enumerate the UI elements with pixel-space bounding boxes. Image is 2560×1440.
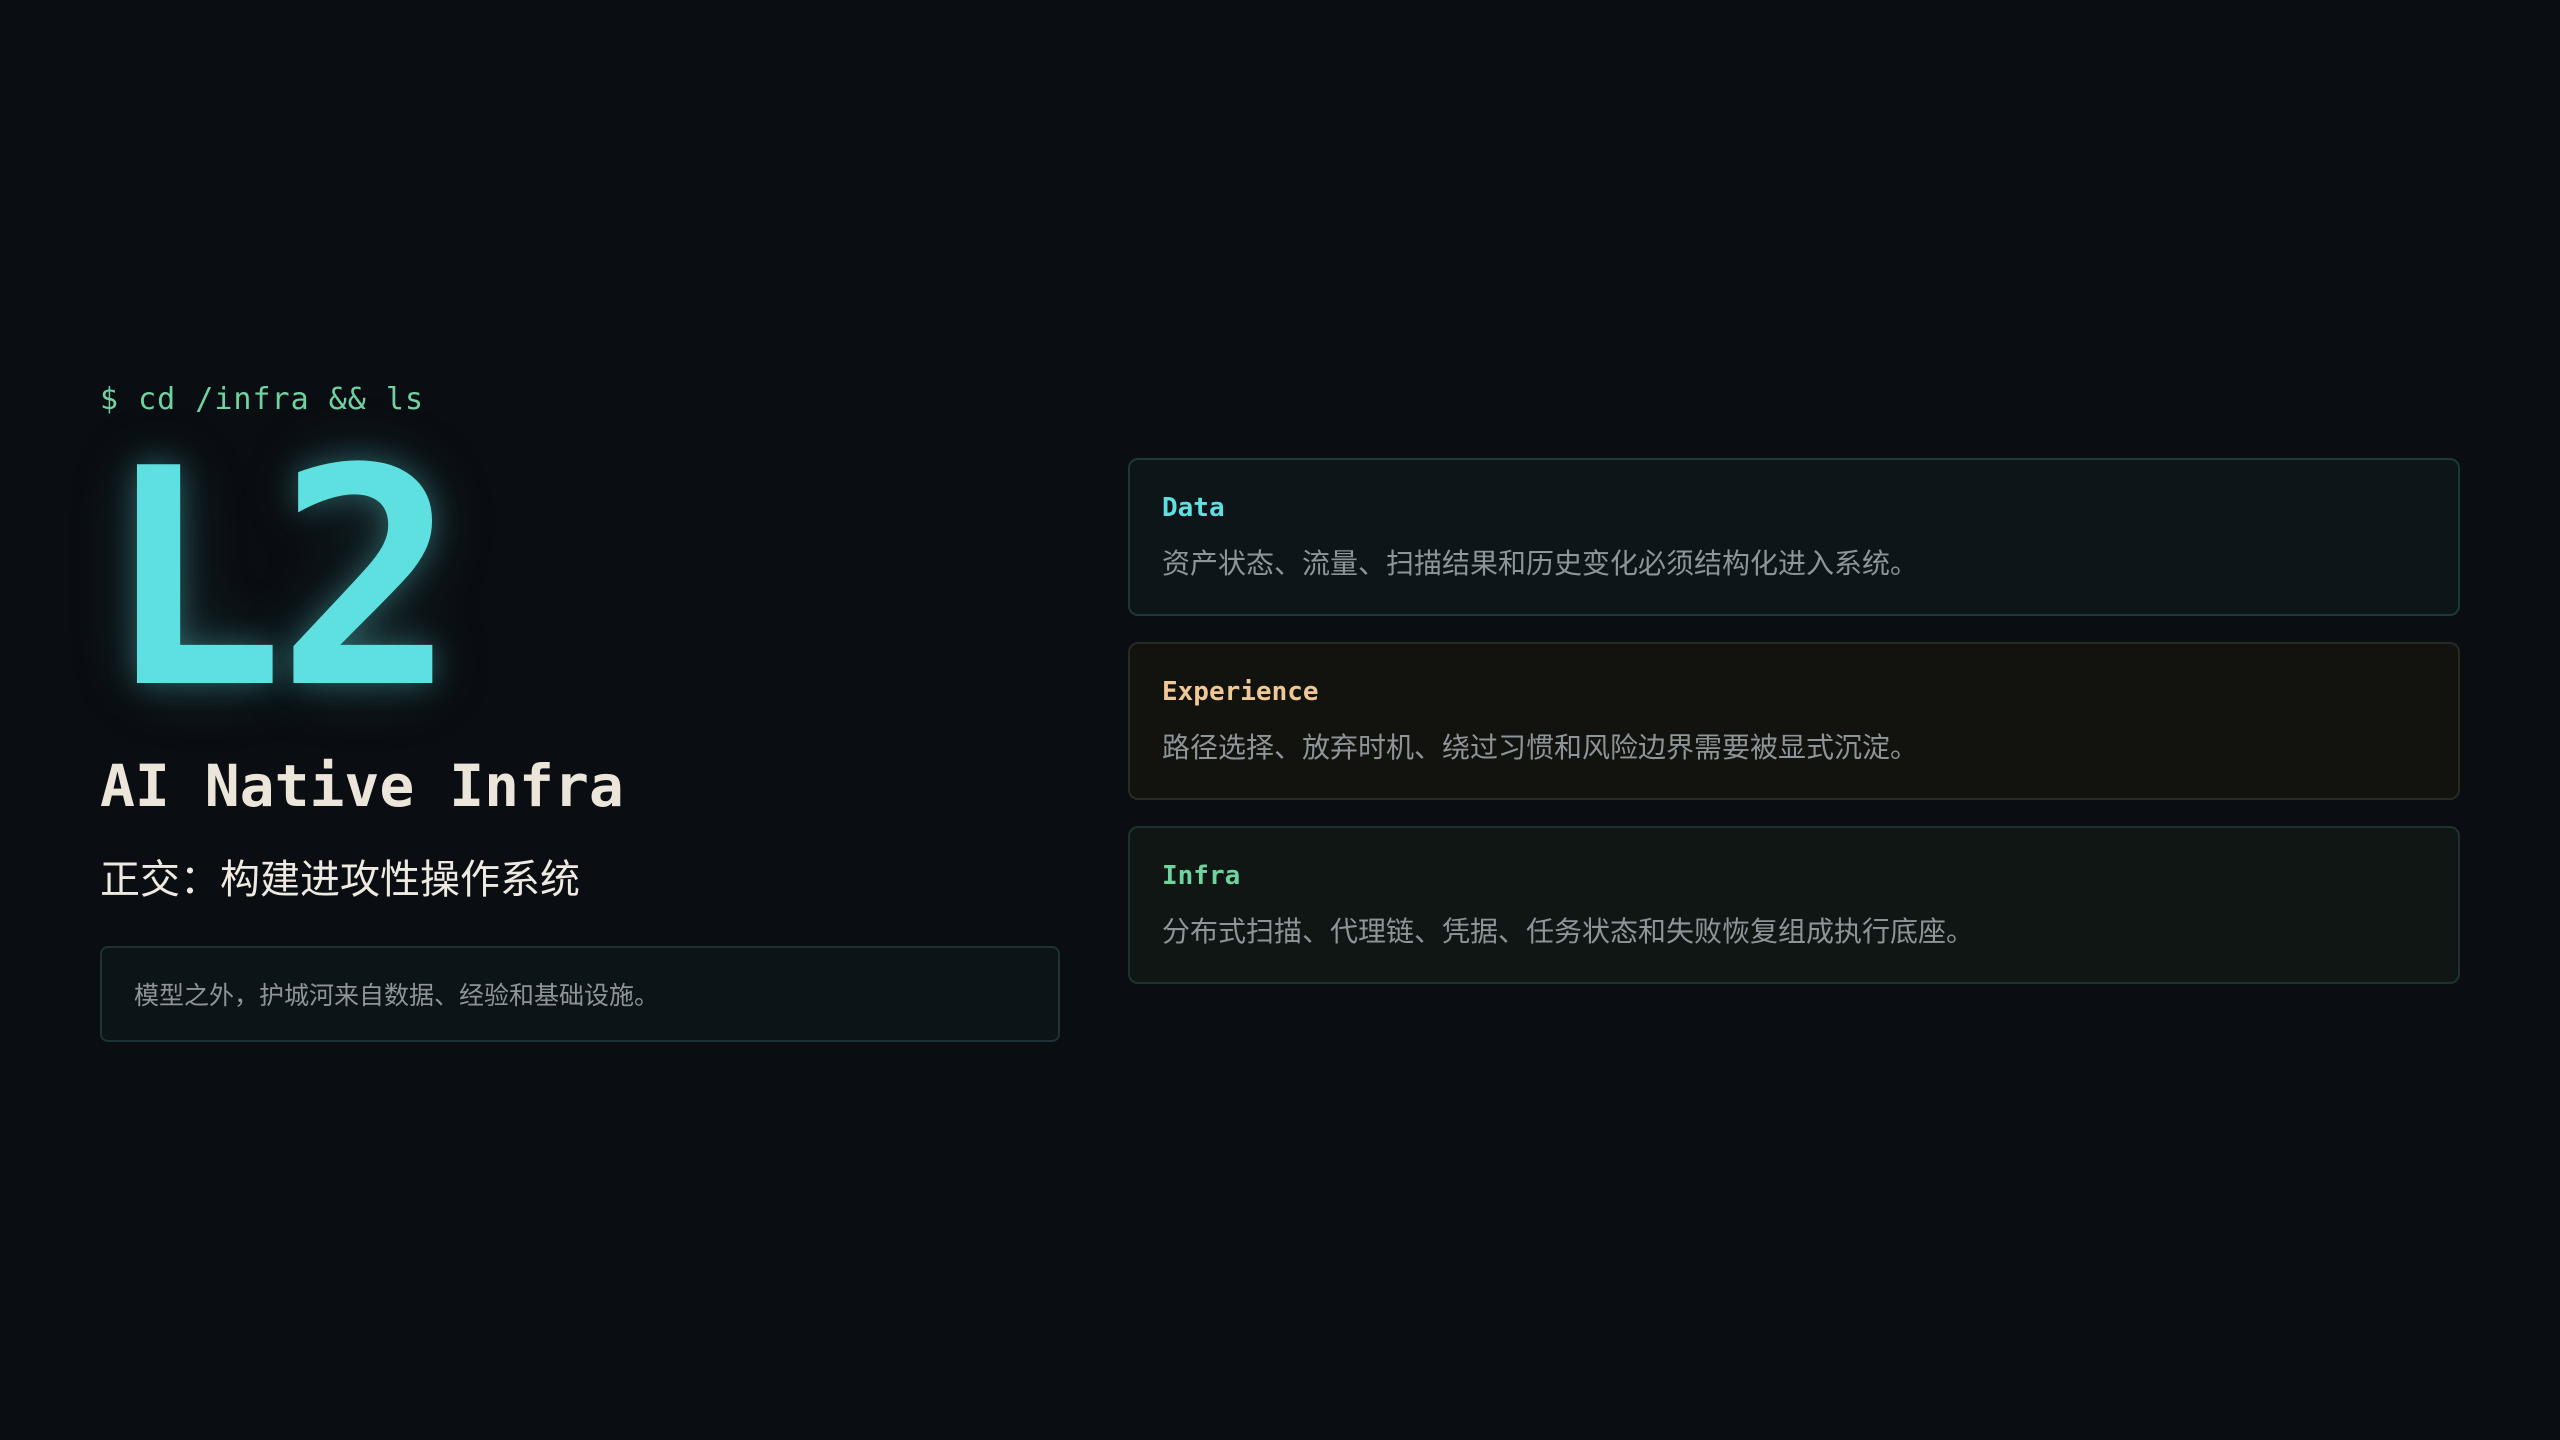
tagline: 正交：构建进攻性操作系统 <box>100 857 580 903</box>
card-infra: Infra 分布式扫描、代理链、凭据、任务状态和失败恢复组成执行底座。 <box>1128 826 2460 984</box>
note-box: 模型之外，护城河来自数据、经验和基础设施。 <box>100 946 1060 1042</box>
note-text: 模型之外，护城河来自数据、经验和基础设施。 <box>134 981 660 1010</box>
card-description: 分布式扫描、代理链、凭据、任务状态和失败恢复组成执行底座。 <box>1162 915 1975 948</box>
card-title: Data <box>1162 493 1225 523</box>
card-title: Infra <box>1162 861 1241 891</box>
card-data: Data 资产状态、流量、扫描结果和历史变化必须结构化进入系统。 <box>1128 458 2460 616</box>
card-experience: Experience 路径选择、放弃时机、绕过习惯和风险边界需要被显式沉淀。 <box>1128 642 2460 800</box>
card-description: 路径选择、放弃时机、绕过习惯和风险边界需要被显式沉淀。 <box>1162 731 1919 764</box>
page-title: AI Native Infra <box>100 752 624 820</box>
card-list: Data 资产状态、流量、扫描结果和历史变化必须结构化进入系统。 Experie… <box>1128 458 2460 1010</box>
level-heading: L2 <box>104 405 457 754</box>
card-description: 资产状态、流量、扫描结果和历史变化必须结构化进入系统。 <box>1162 547 1919 580</box>
hero-section: $ cd /infra && ls L2 AI Native Infra 正交：… <box>100 370 1060 1042</box>
card-title: Experience <box>1162 677 1319 707</box>
